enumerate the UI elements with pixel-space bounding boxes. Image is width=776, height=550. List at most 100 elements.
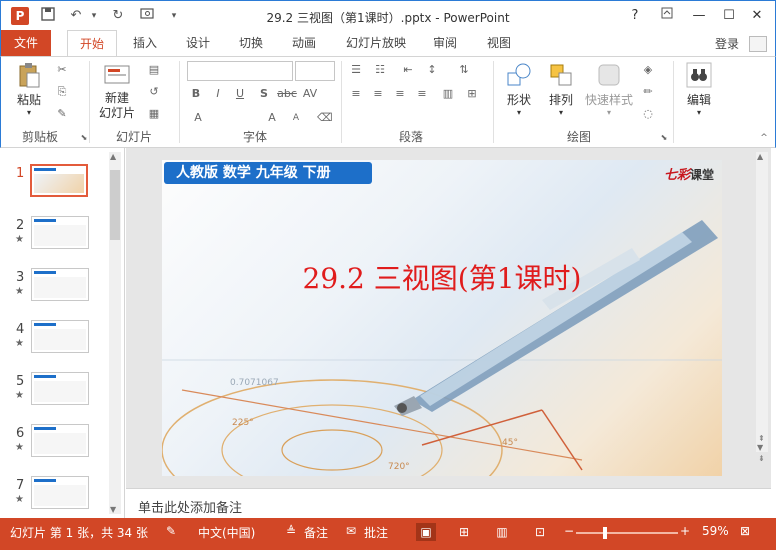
minimize-icon[interactable]: — bbox=[687, 7, 711, 25]
zoom-slider[interactable] bbox=[576, 527, 678, 539]
thumbnail-scroll-thumb[interactable] bbox=[110, 170, 120, 240]
shapes-button[interactable]: 形状 ▾ bbox=[499, 61, 539, 117]
slide-thumbnail[interactable] bbox=[31, 320, 89, 353]
collapse-ribbon-icon[interactable]: ^ bbox=[757, 131, 771, 145]
slide-scroll-up-icon[interactable]: ▲ bbox=[757, 152, 763, 161]
notes-pane[interactable]: 单击此处添加备注 bbox=[126, 488, 771, 518]
comments-button[interactable]: 批注 bbox=[364, 524, 388, 541]
slide-scroll-down-icon[interactable]: ▼ bbox=[757, 443, 763, 452]
next-slide-icon[interactable]: ⇟ bbox=[758, 454, 765, 463]
ribbon-display-options-icon[interactable] bbox=[655, 7, 679, 25]
text-shadow-icon[interactable]: S bbox=[257, 87, 271, 101]
slideshow-view-icon[interactable]: ⊡ bbox=[530, 523, 550, 541]
decrease-font-icon[interactable]: A bbox=[289, 111, 303, 125]
maximize-icon[interactable]: ☐ bbox=[717, 7, 741, 25]
slide-thumbnail[interactable] bbox=[30, 164, 88, 197]
drawing-launcher-icon[interactable]: ⬊ bbox=[657, 131, 671, 145]
tab-view[interactable]: 视图 bbox=[479, 30, 519, 56]
shape-effects-icon[interactable]: ◌ bbox=[641, 107, 655, 121]
login-link[interactable]: 登录 bbox=[715, 35, 739, 52]
shape-outline-icon[interactable]: ✏ bbox=[641, 85, 655, 99]
tab-slideshow[interactable]: 幻灯片放映 bbox=[341, 30, 411, 56]
slide-sorter-icon[interactable]: ⊞ bbox=[454, 523, 474, 541]
close-icon[interactable]: ✕ bbox=[745, 7, 769, 25]
align-right-icon[interactable]: ≡ bbox=[393, 87, 407, 101]
account-avatar-icon[interactable] bbox=[749, 36, 767, 52]
new-slide-button[interactable]: 新建 幻灯片 bbox=[93, 61, 141, 121]
zoom-level[interactable]: 59% bbox=[702, 524, 729, 538]
format-painter-icon[interactable]: ✎ bbox=[55, 107, 69, 121]
line-spacing-icon[interactable]: ↕ bbox=[425, 63, 439, 77]
notes-placeholder[interactable]: 单击此处添加备注 bbox=[138, 497, 242, 516]
font-color-icon[interactable]: A bbox=[191, 111, 205, 125]
slide-scrollbar[interactable]: ▲ ▼ bbox=[756, 152, 768, 452]
bold-icon[interactable]: B bbox=[189, 87, 203, 101]
ribbon-tabs: 文件 开始 插入 设计 切换 动画 幻灯片放映 审阅 视图 登录 bbox=[0, 30, 776, 57]
section-icon[interactable]: ▦ bbox=[147, 107, 161, 121]
thumbnail-number: 7 bbox=[16, 478, 25, 493]
animation-star-icon: ★ bbox=[15, 338, 24, 349]
quick-styles-button[interactable]: 快速样式 ▾ bbox=[583, 61, 635, 117]
normal-view-icon[interactable]: ▣ bbox=[416, 523, 436, 541]
reset-icon[interactable]: ↺ bbox=[147, 85, 161, 99]
tab-design[interactable]: 设计 bbox=[178, 30, 218, 56]
scroll-down-icon[interactable]: ▼ bbox=[110, 505, 116, 514]
italic-icon[interactable]: I bbox=[211, 87, 225, 101]
fit-to-window-icon[interactable]: ⊠ bbox=[740, 524, 750, 538]
animation-star-icon: ★ bbox=[15, 442, 24, 453]
text-direction-icon[interactable]: ⇅ bbox=[457, 63, 471, 77]
tab-review[interactable]: 审阅 bbox=[425, 30, 465, 56]
layout-icon[interactable]: ▤ bbox=[147, 63, 161, 77]
editing-button[interactable]: 编辑 ▾ bbox=[681, 61, 717, 117]
shape-fill-icon[interactable]: ◈ bbox=[641, 63, 655, 77]
help-icon[interactable]: ? bbox=[623, 7, 647, 25]
slide-thumbnail[interactable] bbox=[31, 372, 89, 405]
align-center-icon[interactable]: ≡ bbox=[371, 87, 385, 101]
scroll-up-icon[interactable]: ▲ bbox=[110, 152, 116, 161]
language-indicator[interactable]: 中文(中国) bbox=[198, 524, 255, 541]
decrease-indent-icon[interactable]: ⇤ bbox=[401, 63, 415, 77]
thumbnail-scrollbar[interactable]: ▲ ▼ bbox=[109, 152, 121, 514]
pen-on-drawing-illustration bbox=[162, 220, 722, 476]
spell-check-icon[interactable]: ✎ bbox=[166, 524, 176, 538]
underline-icon[interactable]: U bbox=[233, 87, 247, 101]
strikethrough-icon[interactable]: abc bbox=[277, 87, 297, 101]
clear-formatting-icon[interactable]: ⌫ bbox=[317, 111, 333, 125]
slide-title[interactable]: 29.2 三视图(第1课时) bbox=[162, 257, 722, 297]
paste-button[interactable]: 粘贴 ▾ bbox=[9, 61, 49, 117]
align-left-icon[interactable]: ≡ bbox=[349, 87, 363, 101]
copy-icon[interactable]: ⎘ bbox=[55, 85, 69, 99]
tab-insert[interactable]: 插入 bbox=[125, 30, 165, 56]
thumbnail-number: 1 bbox=[16, 166, 25, 181]
bullets-icon[interactable]: ☰ bbox=[349, 63, 363, 77]
numbering-icon[interactable]: ☷ bbox=[373, 63, 387, 77]
character-spacing-icon[interactable]: AV bbox=[301, 87, 319, 101]
previous-slide-icon[interactable]: ⇞ bbox=[758, 434, 765, 443]
slide-thumbnail[interactable] bbox=[31, 216, 89, 249]
zoom-slider-thumb[interactable] bbox=[602, 527, 607, 539]
notes-toggle-icon[interactable]: ≜ bbox=[286, 524, 296, 538]
tab-home[interactable]: 开始 bbox=[67, 30, 117, 57]
tab-transitions[interactable]: 切换 bbox=[231, 30, 271, 56]
slide-thumbnail[interactable] bbox=[31, 476, 89, 509]
font-size-combo[interactable] bbox=[295, 61, 335, 81]
current-slide[interactable]: 0.7071067 225° 45° 720° 人教版 数学 九年级 下册 七彩… bbox=[162, 160, 722, 476]
cut-icon[interactable]: ✂ bbox=[55, 63, 69, 77]
tab-file[interactable]: 文件 bbox=[1, 30, 51, 56]
tab-animations[interactable]: 动画 bbox=[284, 30, 324, 56]
columns-icon[interactable]: ▥ bbox=[441, 87, 455, 101]
comments-icon[interactable]: ✉ bbox=[346, 524, 356, 538]
slides-group-label: 幻灯片 bbox=[115, 130, 152, 144]
increase-font-icon[interactable]: A bbox=[265, 111, 279, 125]
notes-toggle-button[interactable]: 备注 bbox=[304, 524, 328, 541]
zoom-in-icon[interactable]: + bbox=[680, 524, 690, 538]
convert-smartart-icon[interactable]: ⊞ bbox=[465, 87, 479, 101]
zoom-out-icon[interactable]: − bbox=[564, 524, 574, 538]
slide-thumbnail[interactable] bbox=[31, 268, 89, 301]
slide-thumbnail[interactable] bbox=[31, 424, 89, 457]
reading-view-icon[interactable]: ▥ bbox=[492, 523, 512, 541]
arrange-button[interactable]: 排列 ▾ bbox=[541, 61, 581, 117]
justify-icon[interactable]: ≡ bbox=[415, 87, 429, 101]
figure-number-1: 0.7071067 bbox=[230, 378, 279, 388]
font-name-combo[interactable] bbox=[187, 61, 293, 81]
